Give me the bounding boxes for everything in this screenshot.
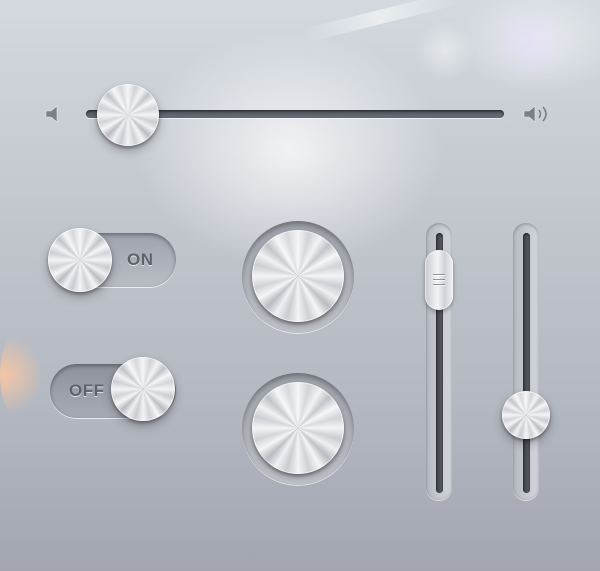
speaker-high-icon bbox=[523, 105, 547, 123]
light-flare bbox=[490, 8, 570, 78]
off-toggle-knob[interactable] bbox=[111, 357, 175, 421]
toggle-off-label: OFF bbox=[69, 381, 105, 400]
thumb-grip bbox=[433, 284, 445, 285]
push-button-top[interactable] bbox=[252, 230, 344, 322]
control-panel: ON OFF bbox=[0, 0, 600, 571]
thumb-grip bbox=[433, 274, 445, 275]
vertical-slider-track[interactable] bbox=[523, 233, 530, 493]
on-toggle-knob[interactable] bbox=[48, 228, 112, 292]
thumb-grip bbox=[433, 279, 445, 280]
vertical-slider-knob[interactable] bbox=[502, 391, 550, 439]
toggle-on-label: ON bbox=[127, 250, 154, 269]
light-streak bbox=[300, 0, 460, 44]
light-flare bbox=[0, 330, 40, 420]
vertical-slider-thumb[interactable] bbox=[425, 250, 453, 310]
push-button-bottom[interactable] bbox=[252, 382, 344, 474]
volume-slider-thumb[interactable] bbox=[97, 84, 159, 146]
light-flare bbox=[415, 20, 475, 80]
speaker-low-icon bbox=[45, 105, 58, 123]
